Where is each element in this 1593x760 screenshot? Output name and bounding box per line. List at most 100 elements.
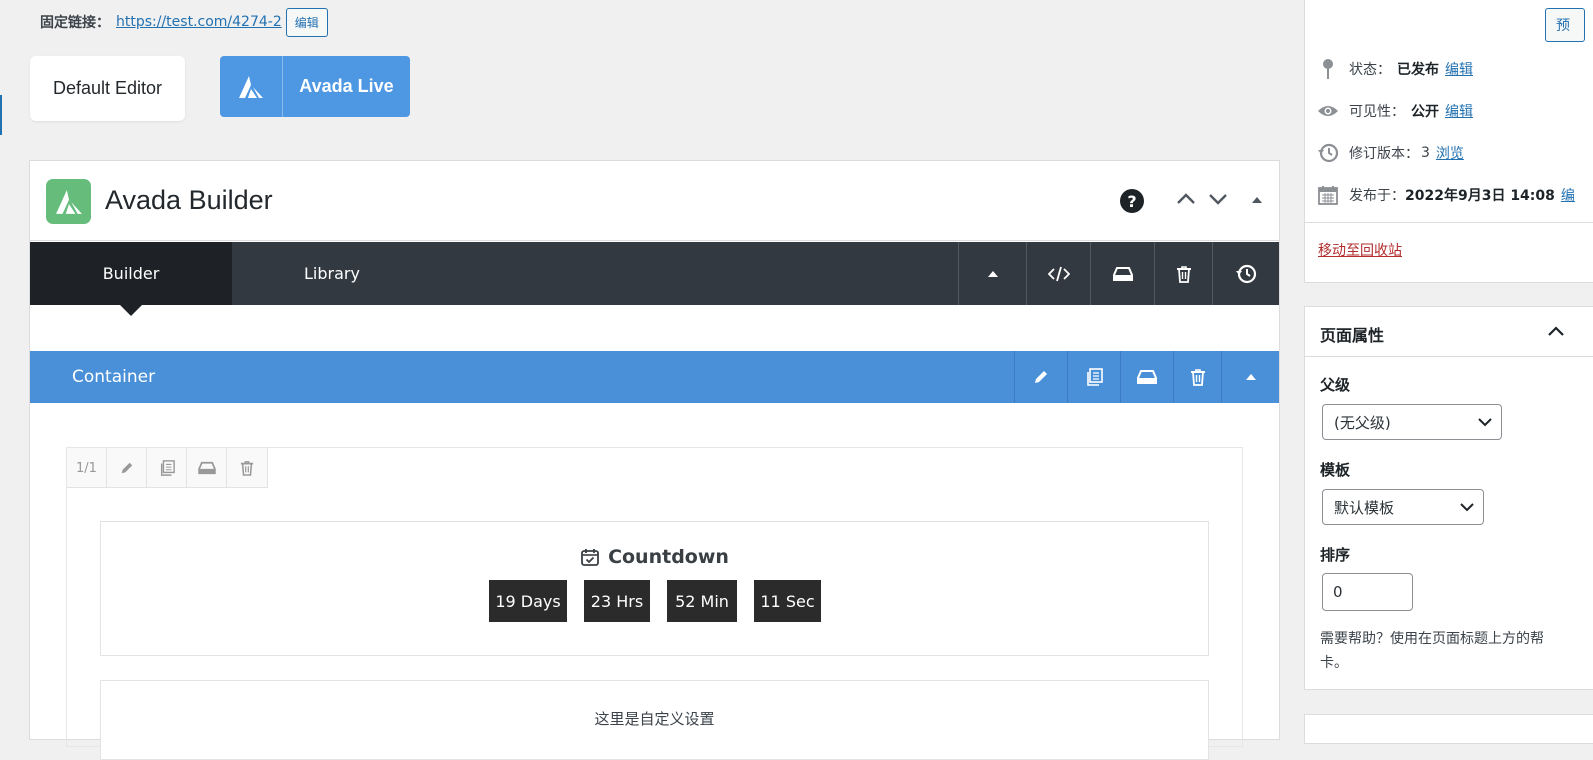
hdd-icon: [1112, 266, 1133, 282]
history-icon: [1317, 142, 1339, 164]
page-attributes-panel: 页面属性 父级 (无父级) 模板 默认模板 排序 0 需要帮助？使用在页面标题上…: [1304, 306, 1593, 690]
permalink-label: 固定链接：: [40, 15, 110, 31]
published-label: 发布于：: [1349, 188, 1405, 204]
trash-icon: [1190, 368, 1206, 386]
pencil-icon: [120, 461, 134, 475]
parent-select[interactable]: (无父级): [1322, 404, 1502, 440]
edit-column-button[interactable]: [107, 448, 147, 488]
visibility-label: 可见性：: [1349, 104, 1405, 120]
clear-layout-button[interactable]: [1154, 242, 1212, 305]
page-attributes-help-text: 需要帮助？使用在页面标题上方的帮 卡。: [1320, 627, 1593, 675]
tab-builder-label: Builder: [102, 264, 160, 283]
move-to-trash-link[interactable]: 移动至回收站: [1318, 240, 1402, 260]
copy-icon: [159, 460, 175, 476]
edit-container-button[interactable]: [1014, 351, 1067, 403]
save-template-button[interactable]: [1090, 242, 1154, 305]
avada-live-label: Avada Live: [299, 76, 394, 96]
countdown-hours: 23 Hrs: [584, 580, 650, 622]
avada-live-button[interactable]: Avada Live: [220, 56, 410, 117]
move-up-chevron-icon[interactable]: [1176, 192, 1196, 206]
page-attributes-header[interactable]: 页面属性: [1305, 307, 1593, 357]
avada-builder-panel: Avada Builder ? Builder Library Containe…: [29, 160, 1280, 760]
page-attributes-title: 页面属性: [1320, 326, 1385, 345]
status-row: 状态： 已发布 编辑: [1317, 56, 1473, 82]
help-text-line-2: 卡。: [1320, 655, 1348, 671]
publish-divider: [1305, 222, 1593, 223]
pencil-icon: [1033, 369, 1049, 385]
toggle-all-button[interactable]: [958, 242, 1026, 305]
custom-element[interactable]: 这里是自定义设置: [100, 680, 1209, 760]
calendar-icon: [1317, 185, 1339, 205]
history-icon: [1235, 263, 1257, 285]
status-value: 已发布: [1397, 62, 1439, 78]
parent-label: 父级: [1320, 376, 1351, 394]
template-select-value: 默认模板: [1334, 498, 1395, 517]
countdown-title-text: Countdown: [608, 546, 729, 568]
left-edge-indicator: [0, 95, 2, 135]
calendar-check-icon: [580, 547, 600, 567]
hdd-icon: [197, 461, 216, 475]
save-container-button[interactable]: [1120, 351, 1173, 403]
published-value: 2022年9月3日 14:08: [1405, 188, 1555, 204]
tab-library[interactable]: Library: [232, 242, 432, 305]
pin-icon: [1317, 58, 1339, 80]
collapse-container-button[interactable]: [1221, 351, 1279, 403]
history-button[interactable]: [1212, 242, 1279, 305]
eye-icon: [1317, 104, 1339, 118]
help-icon[interactable]: ?: [1120, 189, 1144, 213]
permalink-edit-button[interactable]: 编辑: [285, 7, 328, 37]
permalink-url[interactable]: https://test.com/4274-2: [116, 14, 282, 30]
custom-css-button[interactable]: [1026, 242, 1090, 305]
revisions-browse-link[interactable]: 浏览: [1436, 143, 1464, 163]
default-editor-label: Default Editor: [52, 78, 163, 98]
countdown-title: Countdown: [101, 546, 1208, 568]
collapse-panel-triangle-icon[interactable]: [1251, 196, 1263, 204]
move-down-chevron-icon[interactable]: [1208, 192, 1228, 206]
triangle-up-icon: [987, 270, 999, 278]
parent-select-value: (无父级): [1334, 413, 1391, 432]
status-label: 状态：: [1349, 62, 1391, 78]
chevron-down-icon: [1478, 418, 1492, 427]
container-bar[interactable]: Container: [30, 351, 1279, 403]
next-sidebar-panel: [1304, 714, 1593, 744]
column-size-button[interactable]: 1/1: [67, 448, 107, 488]
default-editor-button[interactable]: Default Editor: [30, 56, 185, 121]
hdd-icon: [1137, 369, 1157, 385]
triangle-up-icon: [1245, 373, 1257, 381]
preview-button[interactable]: 预: [1545, 8, 1585, 42]
visibility-value: 公开: [1411, 104, 1439, 120]
order-input[interactable]: 0: [1322, 573, 1413, 611]
countdown-days: 19 Days: [489, 580, 567, 622]
chevron-down-icon: [1460, 503, 1474, 512]
order-label: 排序: [1320, 546, 1351, 564]
builder-tabs-bar: Builder Library: [30, 242, 1279, 316]
revisions-label: 修订版本：: [1349, 146, 1419, 162]
chevron-up-icon[interactable]: [1547, 325, 1565, 337]
code-icon: [1047, 266, 1070, 282]
delete-container-button[interactable]: [1173, 351, 1221, 403]
countdown-element[interactable]: Countdown 19 Days 23 Hrs 52 Min 11 Sec: [100, 521, 1209, 656]
revisions-count: 3: [1421, 145, 1430, 161]
column-toolbar: 1/1: [67, 448, 268, 488]
builder-title: Avada Builder: [105, 185, 273, 215]
published-edit-link[interactable]: 编: [1561, 185, 1575, 205]
template-select[interactable]: 默认模板: [1322, 489, 1484, 525]
column-size-label: 1/1: [76, 460, 97, 476]
countdown-minutes: 52 Min: [667, 580, 737, 622]
copy-icon: [1085, 368, 1103, 386]
column-box: 1/1 Countdown 19 Days 23 Hrs 52 Min 11 S…: [66, 447, 1243, 760]
visibility-edit-link[interactable]: 编辑: [1445, 101, 1473, 121]
tab-builder[interactable]: Builder: [30, 242, 232, 305]
active-tab-pointer: [120, 305, 142, 316]
clone-column-button[interactable]: [147, 448, 187, 488]
trash-icon: [1176, 265, 1192, 283]
clone-container-button[interactable]: [1067, 351, 1120, 403]
published-row: 发布于： 2022年9月3日 14:08 编: [1317, 182, 1575, 208]
tab-library-label: Library: [304, 264, 360, 283]
delete-column-button[interactable]: [227, 448, 267, 488]
status-edit-link[interactable]: 编辑: [1445, 59, 1473, 79]
custom-element-text: 这里是自定义设置: [594, 710, 715, 728]
publish-panel: 预 状态： 已发布 编辑 可见性： 公开 编辑 修订版本： 3 浏览 发布于： …: [1304, 0, 1593, 283]
template-label: 模板: [1320, 461, 1351, 479]
save-column-button[interactable]: [187, 448, 227, 488]
